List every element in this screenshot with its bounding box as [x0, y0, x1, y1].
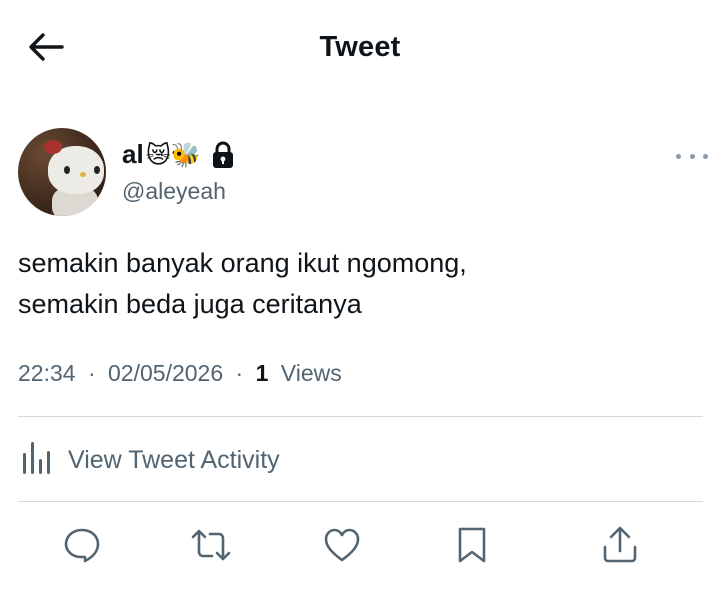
like-button[interactable] [319, 524, 365, 570]
heart-icon [323, 527, 361, 568]
author-name-emojis: 😿🐝 [145, 140, 201, 169]
view-tweet-activity-button[interactable]: View Tweet Activity [18, 440, 280, 480]
bookmark-button[interactable] [449, 524, 495, 570]
retweet-button[interactable] [188, 524, 234, 570]
more-dot [689, 153, 695, 159]
top-bar: Tweet [0, 0, 720, 100]
bookmark-icon [455, 526, 489, 569]
retweet-icon [190, 526, 232, 569]
views-label: Views [280, 360, 342, 386]
view-tweet-activity-label: View Tweet Activity [68, 445, 280, 474]
author-name-row[interactable]: al 😿🐝 [122, 139, 235, 170]
tweet-text-line: semakin banyak orang ikut ngomong, [18, 248, 467, 278]
avatar[interactable] [18, 128, 106, 216]
more-dot [703, 153, 708, 159]
reply-icon [63, 526, 101, 569]
views-count: 1 [255, 360, 269, 386]
tweet-time[interactable]: 22:34 [18, 360, 76, 386]
tweet-meta: 22:34 · 02/05/2026 · 1 Views [18, 360, 342, 387]
more-options-button[interactable] [676, 148, 708, 164]
page-title: Tweet [319, 31, 401, 63]
reply-button[interactable] [59, 524, 105, 570]
divider [18, 416, 703, 417]
tweet-actions [0, 522, 720, 572]
more-dot [676, 153, 681, 159]
tweet-date[interactable]: 02/05/2026 [108, 360, 223, 386]
tweet-text-line: semakin beda juga ceritanya [18, 289, 362, 319]
share-button[interactable] [597, 524, 643, 570]
tweet-text: semakin banyak orang ikut ngomong, semak… [18, 243, 698, 325]
lock-icon [211, 141, 235, 169]
meta-separator: · [235, 360, 244, 386]
meta-separator: · [87, 360, 96, 386]
divider [18, 501, 703, 502]
bar-chart-icon [18, 440, 54, 481]
author-name: al [122, 139, 144, 169]
share-icon [601, 525, 639, 570]
author-handle[interactable]: @aleyeah [122, 178, 226, 205]
